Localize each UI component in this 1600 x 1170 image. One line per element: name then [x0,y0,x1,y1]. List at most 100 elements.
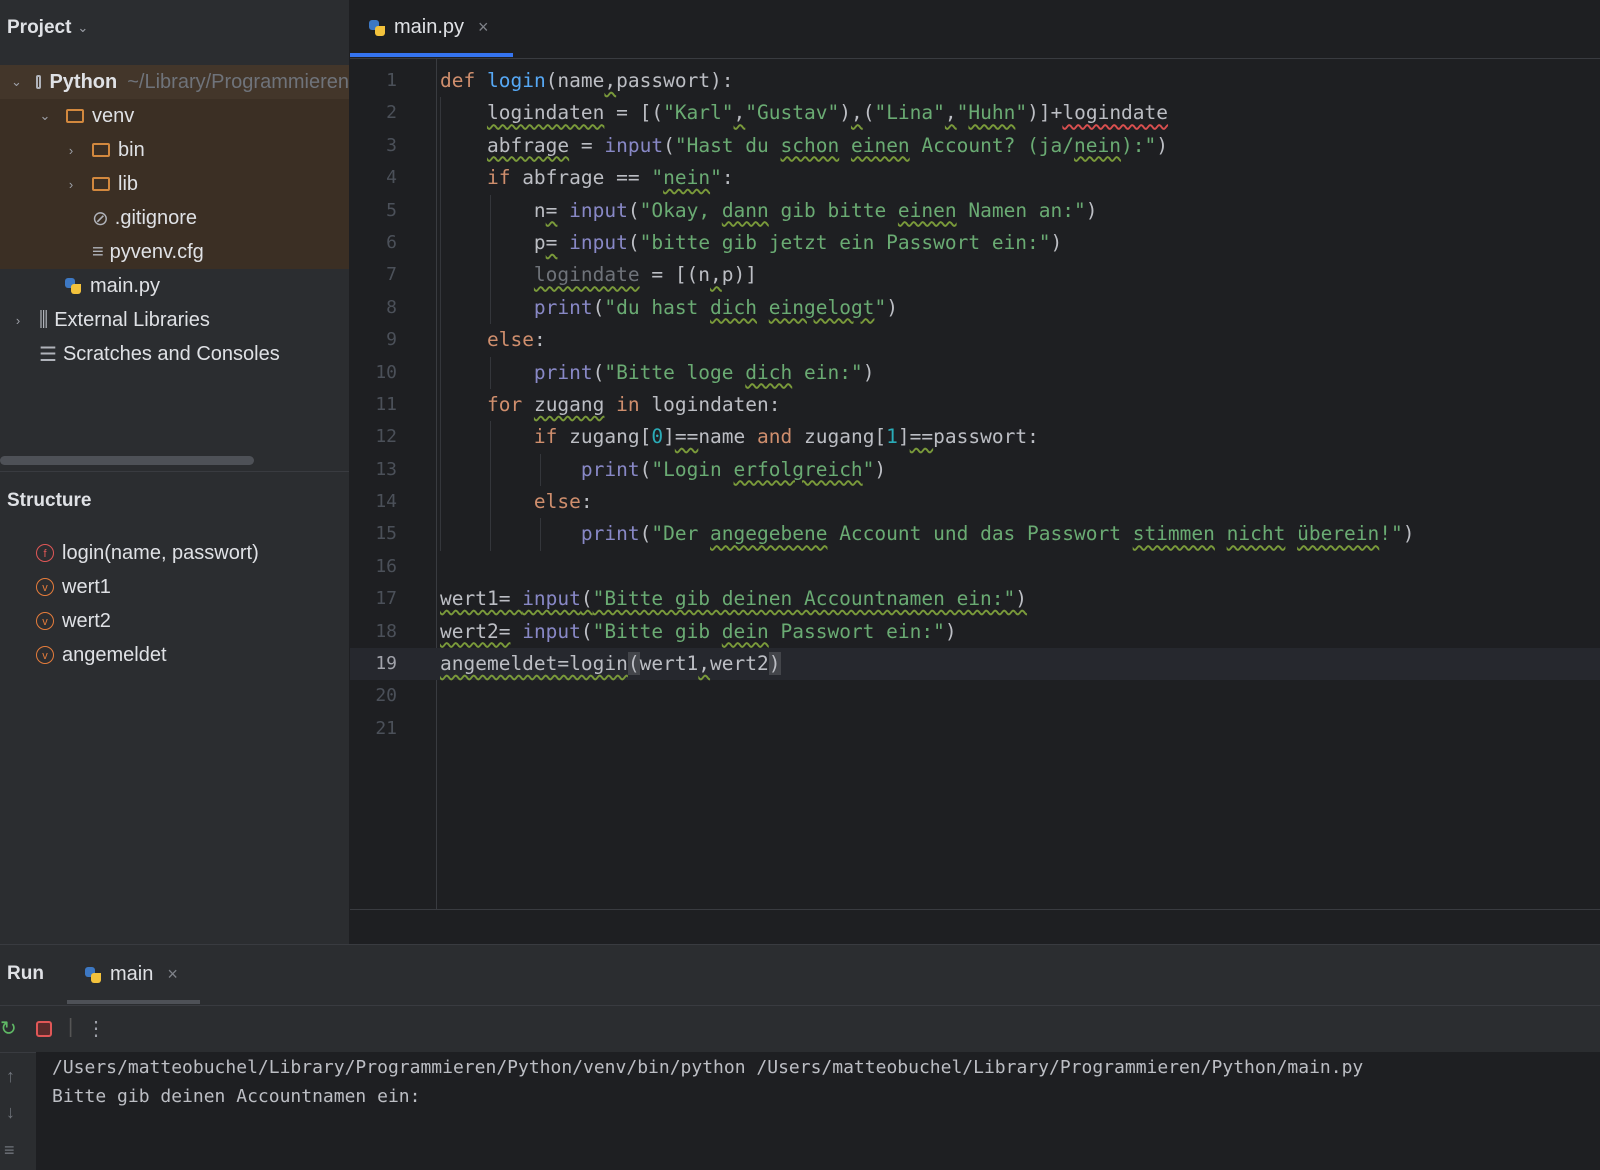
line-number: 14 [375,491,397,513]
code-line: 14 else: [350,486,1600,519]
chevron-down-icon[interactable]: ⌄ [11,74,22,90]
active-tab-indicator [350,53,513,57]
variable-icon: v [36,578,54,596]
code-line-current: 19 angemeldet=login(wert1,wert2) [350,648,1600,681]
function-icon: f [36,544,54,562]
chevron-down-icon[interactable]: ⌄ [77,20,88,36]
variable-icon: v [36,612,54,630]
structure-item-angemeldet[interactable]: v angemeldet [36,638,259,672]
tree-item-path: ~/Library/Programmieren [127,70,349,93]
tab-main-py[interactable]: main.py × [368,16,489,39]
tree-item-gitignore[interactable]: ⊘ .gitignore [0,201,349,235]
tree-item-venv[interactable]: ⌄ venv [0,99,349,133]
tree-item-label: bin [118,138,145,161]
run-panel: Run main × ↻ | ⋮ ↑ ↓ ≡ /Users/matteobuch… [0,944,1600,1170]
line-number: 20 [375,685,397,707]
tree-item-python[interactable]: ⌄ Python ~/Library/Programmieren [0,65,349,99]
run-tab-main[interactable]: main × [84,963,178,986]
line-number: 6 [386,231,397,253]
more-vertical-icon[interactable]: ⋮ [86,1016,106,1041]
structure-item-label: wert1 [62,575,111,598]
line-number: 11 [375,393,397,415]
project-tree: ⌄ Python ~/Library/Programmieren ⌄ venv … [0,65,349,371]
stop-icon[interactable] [36,1021,52,1037]
folder-icon [92,177,110,191]
structure-item-label: angemeldet [62,643,167,666]
text-file-icon: ≡ [92,240,104,263]
close-icon[interactable]: × [478,17,489,38]
console-output[interactable]: /Users/matteobuchel/Library/Programmiere… [36,1052,1600,1170]
code-line: 8 print("du hast dich eingelogt") [350,291,1600,325]
console-line: Bitte gib deinen Accountnamen ein: [52,1086,421,1107]
line-number: 21 [375,717,397,739]
structure-list: f login(name, passwort) v wert1 v wert2 … [36,536,259,672]
tree-item-label: main.py [90,274,161,297]
line-number: 7 [386,264,397,286]
code-line: 13 print("Login erfolgreich") [350,453,1600,487]
code-line: 15 print("Der angegebene Account und das… [350,518,1600,551]
tree-item-label: Python [49,70,118,93]
tree-item-label: pyvenv.cfg [109,240,204,263]
rerun-icon[interactable]: ↻ [0,1016,17,1041]
python-file-icon [368,19,386,37]
soft-wrap-icon[interactable]: ≡ [4,1140,15,1161]
code-line: 20 [350,680,1600,712]
folder-icon [66,109,84,123]
project-panel-header[interactable]: Project ⌄ [7,17,88,39]
structure-item-wert2[interactable]: v wert2 [36,604,259,638]
structure-item-label: login(name, passwort) [62,541,259,564]
line-number: 3 [386,134,397,156]
code-area[interactable]: 1 def login(name,passwort): 2 logindaten … [350,65,1600,745]
chevron-right-icon[interactable]: › [11,313,25,328]
line-number: 17 [375,588,397,610]
tree-item-pyvenv[interactable]: ≡ pyvenv.cfg [0,235,349,269]
code-line: 10 print("Bitte loge dich ein:") [350,356,1600,389]
tree-item-bin[interactable]: › bin [0,133,349,167]
tree-item-external-libraries[interactable]: › ⫼ External Libraries [0,303,349,337]
horizontal-scrollbar[interactable] [0,456,254,465]
code-line: 17 wert1= input("Bitte gib deinen Account… [350,583,1600,615]
line-number: 4 [386,167,397,189]
structure-item-wert1[interactable]: v wert1 [36,570,259,604]
line-number: 1 [386,70,397,91]
chevron-right-icon[interactable]: › [64,177,78,192]
structure-item-login[interactable]: f login(name, passwort) [36,536,259,570]
code-line: 9 else: [350,324,1600,357]
run-toolbar: ↻ | ⋮ [0,1005,1600,1053]
line-number: 16 [375,555,397,577]
chevron-down-icon[interactable]: ⌄ [38,108,52,124]
scratches-icon: ☰ [39,343,57,366]
tree-item-label: Scratches and Consoles [62,342,280,365]
console-side-toolbar: ↑ ↓ ≡ [0,1052,36,1170]
tree-item-label: External Libraries [54,308,210,331]
tree-item-label: lib [118,172,139,195]
code-line: 12 if zugang[0]==name and zugang[1]==pas… [350,421,1600,454]
arrow-down-icon[interactable]: ↓ [6,1102,15,1123]
chevron-right-icon[interactable]: › [64,143,78,158]
code-line: 16 [350,551,1600,583]
tree-item-main-py[interactable]: main.py [0,269,349,303]
project-panel-title: Project [7,17,72,38]
python-file-icon [64,277,82,295]
line-number: 2 [386,102,397,124]
close-icon[interactable]: × [167,964,178,985]
tree-item-lib[interactable]: › lib [0,167,349,201]
panel-divider [0,471,349,472]
tree-item-label: venv [92,104,135,127]
variable-icon: v [36,646,54,664]
code-line: 18 wert2= input("Bitte gib dein Passwort … [350,616,1600,648]
line-number: 9 [386,329,397,351]
line-number: 13 [375,458,397,480]
line-number: 10 [375,361,397,383]
code-line: 11 for zugang in logindaten: [350,388,1600,422]
toolbar-separator: | [68,1016,74,1038]
tree-item-scratches[interactable]: ☰ Scratches and Consoles [0,337,349,371]
code-line: 4 if abfrage == "nein": [350,162,1600,195]
structure-panel-header: Structure [7,490,91,512]
project-sidebar: Project ⌄ ⌄ Python ~/Library/Programmier… [0,0,349,944]
line-number: 8 [386,296,397,318]
arrow-up-icon[interactable]: ↑ [6,1066,15,1087]
python-file-icon [84,966,102,984]
code-line: 2 logindaten = [("Karl","Gustav"),("Lina… [350,97,1600,130]
code-editor[interactable]: main.py × 1 def login(name,passwort): 2 l… [350,0,1600,944]
